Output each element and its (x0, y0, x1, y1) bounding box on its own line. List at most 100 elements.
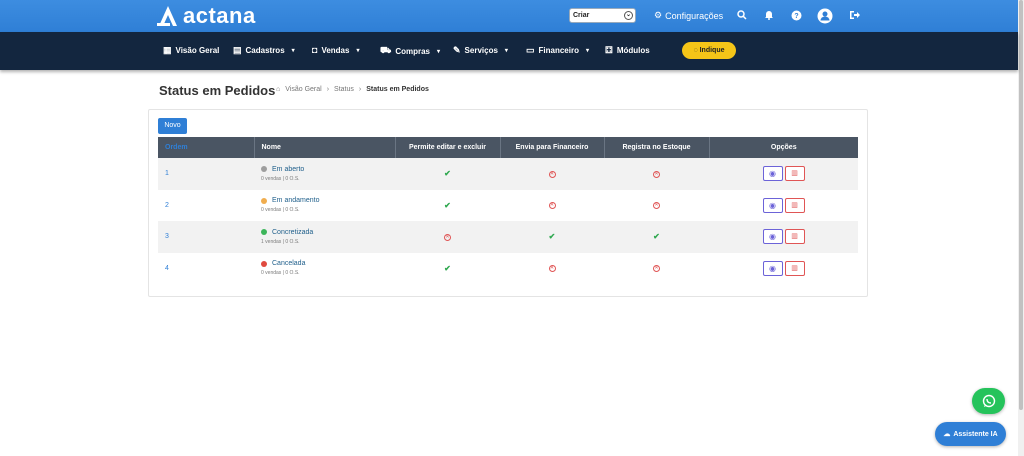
id-card-icon: ▤ (233, 45, 242, 55)
breadcrumb-item-status[interactable]: Status (334, 86, 354, 93)
header-nome[interactable]: Nome (254, 137, 396, 158)
x-circle-icon: ✕ (548, 265, 556, 273)
robot-icon: ☁ (943, 431, 951, 438)
header-opcoes: Opções (770, 144, 797, 151)
opcoes-cell: ◉ ▥ (709, 158, 858, 190)
table-row: 4 Cancelada 0 vendas | 0 O.S. ✔ ✕ ✕ ◉ ▥ (158, 253, 858, 285)
breadcrumb-item-current: Status em Pedidos (366, 86, 429, 93)
configuracoes-label: Configurações (665, 10, 724, 21)
whatsapp-icon (982, 394, 995, 408)
nav-label: Cadastros (245, 46, 285, 55)
x-circle-icon: ✕ (548, 170, 556, 178)
bell-icon[interactable] (763, 9, 775, 21)
nome-cell: Em aberto 0 vendas | 0 O.S. (254, 158, 395, 190)
nav-compras[interactable]: ⛟ Compras ▾ (380, 45, 440, 57)
financeiro-cell: ✕ (500, 158, 604, 190)
table-row: 2 Em andamento 0 vendas | 0 O.S. ✔ ✕ ✕ ◉… (158, 190, 858, 222)
indique-label: Indique (699, 47, 725, 54)
indique-button[interactable]: ◌ Indique (682, 42, 736, 59)
novo-button[interactable]: Novo (158, 118, 187, 134)
top-bar: actana Criar ⌄ ⚙ Configurações ? (0, 0, 1018, 32)
status-table: Ordem Nome Permite editar e excluir Envi… (158, 137, 858, 284)
status-usage-text: 1 vendas | 0 O.S. (261, 238, 300, 245)
caret-down-icon: ▾ (585, 48, 589, 54)
page-title: Status em Pedidos (159, 83, 276, 98)
check-icon: ✔ (548, 232, 556, 242)
nav-label: Módulos (616, 46, 650, 55)
search-icon[interactable] (736, 9, 748, 21)
delete-button[interactable]: ▥ (784, 229, 805, 245)
nav-label: Visão Geral (175, 46, 220, 55)
breadcrumb-item-visao-geral[interactable]: Visão Geral (285, 86, 321, 93)
criar-label: Criar (573, 12, 590, 19)
nav-label: Financeiro (538, 46, 579, 55)
ordem-cell[interactable]: 3 (158, 221, 254, 253)
estoque-cell: ✕ (604, 158, 709, 190)
trash-icon: ▥ (791, 201, 798, 209)
assistente-ia-button[interactable]: ☁ Assistente IA (935, 422, 1006, 446)
delete-button[interactable]: ▥ (784, 260, 805, 276)
user-avatar-icon[interactable] (817, 8, 833, 24)
scrollbar-thumb[interactable] (1019, 0, 1023, 410)
nav-vendas[interactable]: ◘ Vendas ▾ (312, 45, 359, 55)
status-name-link[interactable]: Em aberto (272, 166, 304, 173)
status-name-link[interactable]: Em andamento (272, 197, 319, 204)
status-color-dot (261, 197, 267, 204)
x-circle-icon: ✕ (653, 265, 660, 273)
svg-text:?: ? (794, 13, 798, 20)
actana-logo[interactable]: actana (157, 3, 256, 28)
trash-icon: ▥ (791, 233, 798, 241)
whatsapp-button[interactable] (972, 388, 1005, 414)
opcoes-cell: ◉ ▥ (709, 253, 858, 285)
status-name-link[interactable]: Concretizada (272, 229, 313, 236)
nav-modulos[interactable]: ⚃ Módulos (605, 45, 650, 56)
delete-button[interactable]: ▥ (784, 197, 805, 213)
x-circle-icon: ✕ (444, 233, 451, 241)
check-icon: ✔ (444, 263, 451, 273)
header-ordem[interactable]: Ordem (158, 137, 255, 158)
header-envia-financeiro: Envia para Financeiro (500, 137, 605, 158)
trash-icon: ▥ (791, 170, 798, 178)
page-scrollbar[interactable] (1018, 0, 1024, 456)
nav-visao-geral[interactable]: ▦ Visão Geral (163, 45, 219, 56)
nav-label: Serviços (464, 46, 498, 55)
caret-down-icon: ▾ (356, 47, 360, 54)
breadcrumb-separator: › (358, 86, 362, 93)
nav-servicos[interactable]: ✎ Serviços ▾ (453, 45, 508, 56)
caret-down-icon: ▾ (504, 48, 508, 54)
ordem-cell[interactable]: 1 (158, 158, 254, 190)
nav-label: Compras (395, 46, 431, 56)
status-usage-text: 0 vendas | 0 O.S. (261, 175, 300, 182)
check-icon: ✔ (653, 232, 660, 242)
assistente-label: Assistente IA (953, 430, 998, 438)
home-icon: ⌂ (276, 86, 281, 93)
status-color-dot (261, 166, 267, 173)
help-icon[interactable]: ? (790, 9, 802, 21)
breadcrumb-separator: › (326, 86, 330, 93)
estoque-cell: ✕ (604, 253, 709, 285)
ordem-cell[interactable]: 4 (158, 253, 254, 285)
ordem-cell[interactable]: 2 (158, 190, 254, 222)
nav-cadastros[interactable]: ▤ Cadastros ▾ (233, 45, 295, 56)
view-button[interactable]: ◉ (762, 166, 783, 182)
header-registra-estoque: Registra no Estoque (604, 137, 710, 158)
editar-cell: ✔ (395, 158, 500, 190)
configuracoes-link[interactable]: ⚙ Configurações (654, 10, 723, 21)
editar-cell: ✔ (395, 190, 500, 222)
financeiro-cell: ✔ (500, 221, 604, 253)
logout-icon[interactable] (848, 9, 860, 21)
caret-down-icon: ▾ (437, 48, 441, 55)
view-button[interactable]: ◉ (762, 229, 783, 245)
status-name-link[interactable]: Cancelada (272, 260, 305, 267)
nav-financeiro[interactable]: ▭ Financeiro ▾ (526, 45, 589, 56)
view-button[interactable]: ◉ (762, 260, 783, 276)
gear-icon: ⚙ (654, 10, 663, 20)
status-usage-text: 0 vendas | 0 O.S. (261, 270, 300, 277)
check-icon: ✔ (444, 200, 451, 210)
logo-mark-icon (157, 6, 177, 26)
eye-icon: ◉ (769, 263, 776, 273)
delete-button[interactable]: ▥ (784, 166, 805, 182)
criar-select[interactable]: Criar ⌄ (569, 8, 636, 23)
view-button[interactable]: ◉ (762, 197, 783, 213)
x-circle-icon: ✕ (653, 202, 660, 210)
